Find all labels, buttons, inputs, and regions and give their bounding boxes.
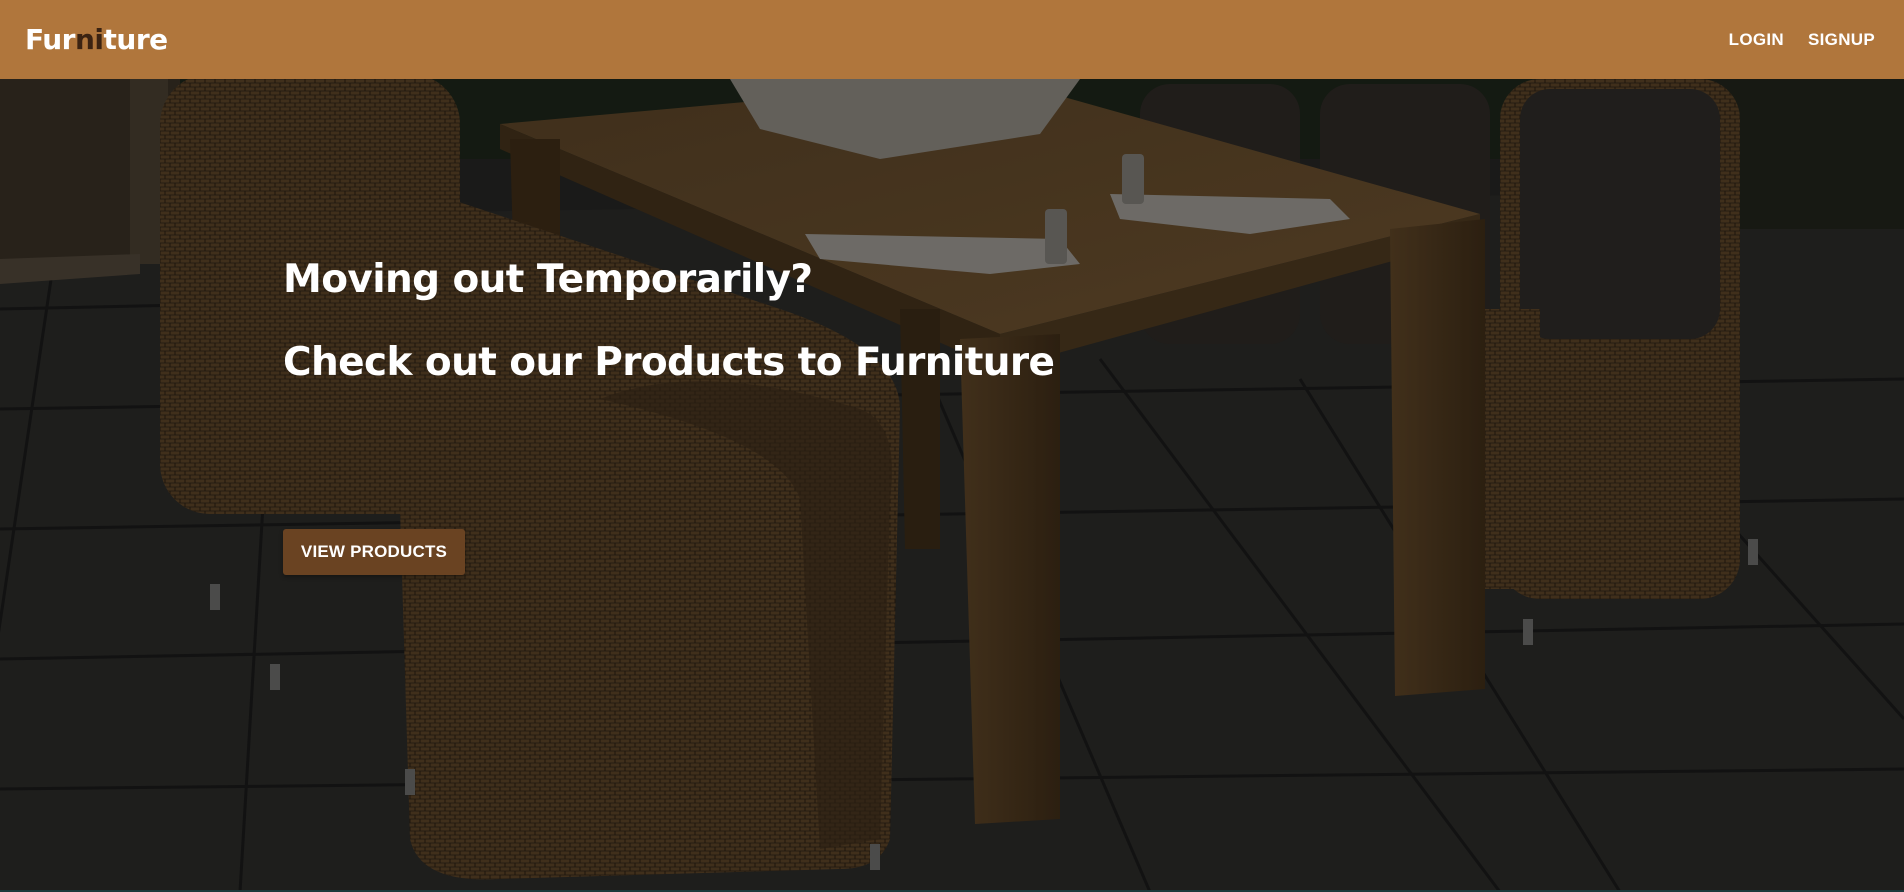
login-link[interactable]: LOGIN [1729,30,1784,50]
nav-links: LOGIN SIGNUP [1729,30,1875,50]
brand-text-accent: ni [74,23,104,56]
signup-link[interactable]: SIGNUP [1808,30,1875,50]
brand-logo[interactable]: Furniture [25,23,168,56]
brand-text-start: Fur [25,23,75,56]
hero-section: Moving out Temporarily? Check out our Pr… [0,79,1904,892]
hero-background-image [0,79,1904,892]
view-products-button[interactable]: VIEW PRODUCTS [283,529,465,575]
brand-text-end: ture [103,23,169,56]
navbar: Furniture LOGIN SIGNUP [0,0,1904,79]
hero-subheadline: Check out our Products to Furniture [283,340,1055,385]
hero-headline: Moving out Temporarily? [283,257,813,302]
